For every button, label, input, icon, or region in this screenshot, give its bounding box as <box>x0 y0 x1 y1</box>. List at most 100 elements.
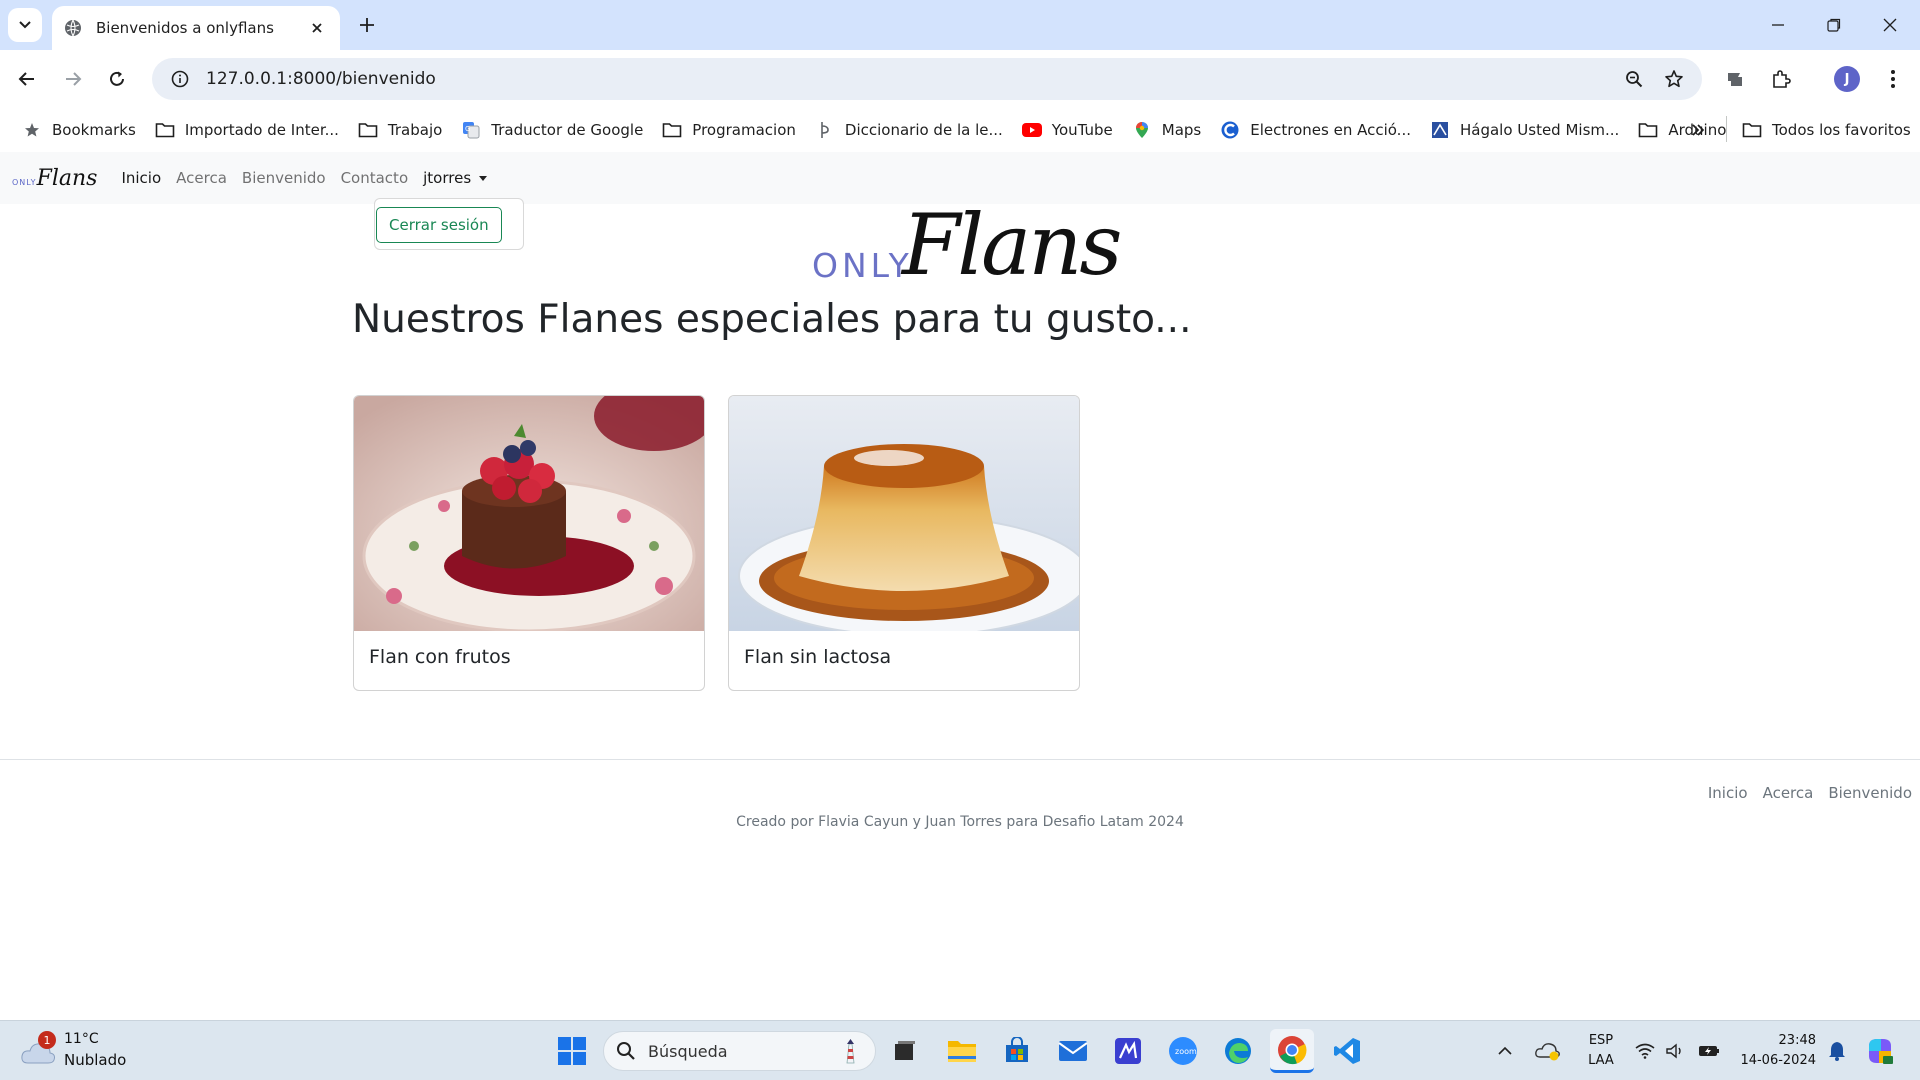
menu-button[interactable] <box>1876 62 1910 96</box>
url-text[interactable]: 127.0.0.1:8000/bienvenido <box>206 69 1614 89</box>
minimize-button[interactable] <box>1750 0 1806 50</box>
navbar-brand-logo[interactable]: ONLY Flans <box>12 166 97 191</box>
vscode-app[interactable] <box>1325 1029 1369 1073</box>
back-button[interactable] <box>10 62 44 96</box>
close-window-button[interactable] <box>1862 0 1918 50</box>
tab-title: Bienvenidos a onlyflans <box>96 19 274 37</box>
bookmark-trabajo[interactable]: Trabajo <box>350 114 450 146</box>
bookmark-label: Hágalo Usted Mism... <box>1459 121 1620 139</box>
hagalo-icon <box>1430 120 1450 140</box>
active-tab[interactable]: Bienvenidos a onlyflans <box>52 6 340 50</box>
svg-text:zoom: zoom <box>1175 1047 1197 1056</box>
editor-app[interactable] <box>1106 1029 1150 1073</box>
taskbar-search[interactable]: Búsqueda <box>603 1031 876 1071</box>
footer-divider <box>0 759 1920 760</box>
restore-icon <box>1827 18 1841 32</box>
more-bookmarks-button[interactable] <box>1682 114 1714 146</box>
plus-icon <box>360 18 374 32</box>
bookmark-importado[interactable]: Importado de Inter... <box>147 114 347 146</box>
battery-tray[interactable] <box>1694 1029 1724 1073</box>
user-dropdown-toggle[interactable]: jtorres <box>423 169 488 187</box>
brand-only-text: ONLY <box>12 177 37 187</box>
card-title: Flan con frutos <box>369 646 511 668</box>
folder-icon <box>1742 120 1762 140</box>
footer-link-acerca[interactable]: Acerca <box>1763 784 1814 802</box>
bookmark-diccionario[interactable]: Diccionario de la le... <box>807 114 1011 146</box>
bookmark-label: Programacion <box>692 121 796 139</box>
zoom-button[interactable] <box>1614 59 1654 99</box>
folder-icon <box>155 120 175 140</box>
user-dropdown-menu: Cerrar sesión <box>374 198 524 250</box>
all-bookmarks-button[interactable]: Todos los favoritos <box>1742 114 1911 146</box>
reload-button[interactable] <box>100 62 134 96</box>
microsoft-store-app[interactable] <box>995 1029 1039 1073</box>
bookmark-traductor[interactable]: G Traductor de Google <box>453 114 651 146</box>
extensions-button[interactable] <box>1764 62 1798 96</box>
edge-app[interactable] <box>1216 1029 1260 1073</box>
star-icon <box>22 120 42 140</box>
nav-link-acerca[interactable]: Acerca <box>176 169 227 187</box>
volume-tray[interactable] <box>1660 1029 1690 1073</box>
forward-button[interactable] <box>56 62 90 96</box>
bookmark-label: Traductor de Google <box>491 121 644 139</box>
minimize-icon <box>1772 24 1784 26</box>
bookmark-programacion[interactable]: Programacion <box>654 114 804 146</box>
language-indicator[interactable]: ESP LAA <box>1586 1031 1616 1071</box>
footer-link-inicio[interactable]: Inicio <box>1708 784 1748 802</box>
logout-button[interactable]: Cerrar sesión <box>376 207 502 243</box>
weather-description: Nublado <box>64 1051 127 1069</box>
bookmark-hagalo[interactable]: Hágalo Usted Mism... <box>1422 114 1627 146</box>
bookmark-maps[interactable]: Maps <box>1124 114 1209 146</box>
all-bookmarks-label: Todos los favoritos <box>1772 121 1911 139</box>
zoom-icon <box>1626 71 1643 88</box>
tab-groups-button[interactable] <box>1718 62 1752 96</box>
new-tab-button[interactable] <box>352 10 382 40</box>
site-info-button[interactable] <box>160 59 200 99</box>
start-button[interactable] <box>550 1029 594 1073</box>
weather-widget[interactable]: 1 11°C Nublado <box>20 1031 140 1073</box>
bookmark-electrones[interactable]: Electrones en Acció... <box>1212 114 1419 146</box>
copilot-button[interactable] <box>1858 1029 1902 1073</box>
tab-search-button[interactable] <box>8 8 42 42</box>
file-explorer-app[interactable] <box>940 1029 984 1073</box>
bookmark-bookmarks[interactable]: Bookmarks <box>14 114 144 146</box>
bookmark-label: YouTube <box>1051 121 1113 139</box>
notifications-button[interactable] <box>1822 1029 1852 1073</box>
folder-icon <box>1638 120 1658 140</box>
notification-badge: 1 <box>38 1031 56 1049</box>
bookmark-youtube[interactable]: YouTube <box>1014 114 1121 146</box>
profile-button[interactable]: J <box>1830 62 1864 96</box>
bookmarks-separator <box>1726 116 1727 142</box>
onedrive-warning-icon <box>1535 1043 1560 1061</box>
windows-logo-icon <box>558 1037 586 1065</box>
footer-link-bienvenido[interactable]: Bienvenido <box>1828 784 1912 802</box>
flag-icon <box>1728 73 1742 86</box>
zoom-app[interactable]: zoom <box>1161 1029 1205 1073</box>
folder-icon <box>358 120 378 140</box>
bookmarks-bar: Bookmarks Importado de Inter... Trabajo … <box>0 108 1920 152</box>
nav-link-bienvenido[interactable]: Bienvenido <box>242 169 326 187</box>
language-code: ESP <box>1588 1033 1614 1048</box>
close-icon <box>312 23 322 33</box>
clock[interactable]: 23:48 14-06-2024 <box>1736 1031 1816 1071</box>
restore-button[interactable] <box>1806 0 1862 50</box>
task-view-button[interactable] <box>883 1029 927 1073</box>
double-chevron-right-icon <box>1692 124 1705 136</box>
close-icon <box>1883 18 1897 32</box>
nav-link-contacto[interactable]: Contacto <box>341 169 409 187</box>
show-hidden-icons-button[interactable] <box>1490 1029 1520 1073</box>
address-bar[interactable]: 127.0.0.1:8000/bienvenido <box>152 58 1702 100</box>
tab-close-button[interactable] <box>306 17 328 39</box>
nav-link-inicio[interactable]: Inicio <box>121 169 161 187</box>
flan-card[interactable]: Flan con frutos <box>353 395 705 691</box>
bookmark-star-button[interactable] <box>1654 59 1694 99</box>
chevron-up-icon <box>1498 1046 1512 1055</box>
wifi-tray[interactable] <box>1630 1029 1660 1073</box>
reload-icon <box>110 71 124 86</box>
flan-card[interactable]: Flan sin lactosa <box>728 395 1080 691</box>
mail-app[interactable] <box>1051 1029 1095 1073</box>
chrome-app[interactable] <box>1270 1029 1314 1073</box>
onedrive-tray[interactable] <box>1530 1029 1566 1073</box>
google-translate-icon: G <box>461 120 481 140</box>
windows-taskbar: 1 11°C Nublado Búsqueda zoom ESP LAA 23:… <box>0 1020 1920 1080</box>
